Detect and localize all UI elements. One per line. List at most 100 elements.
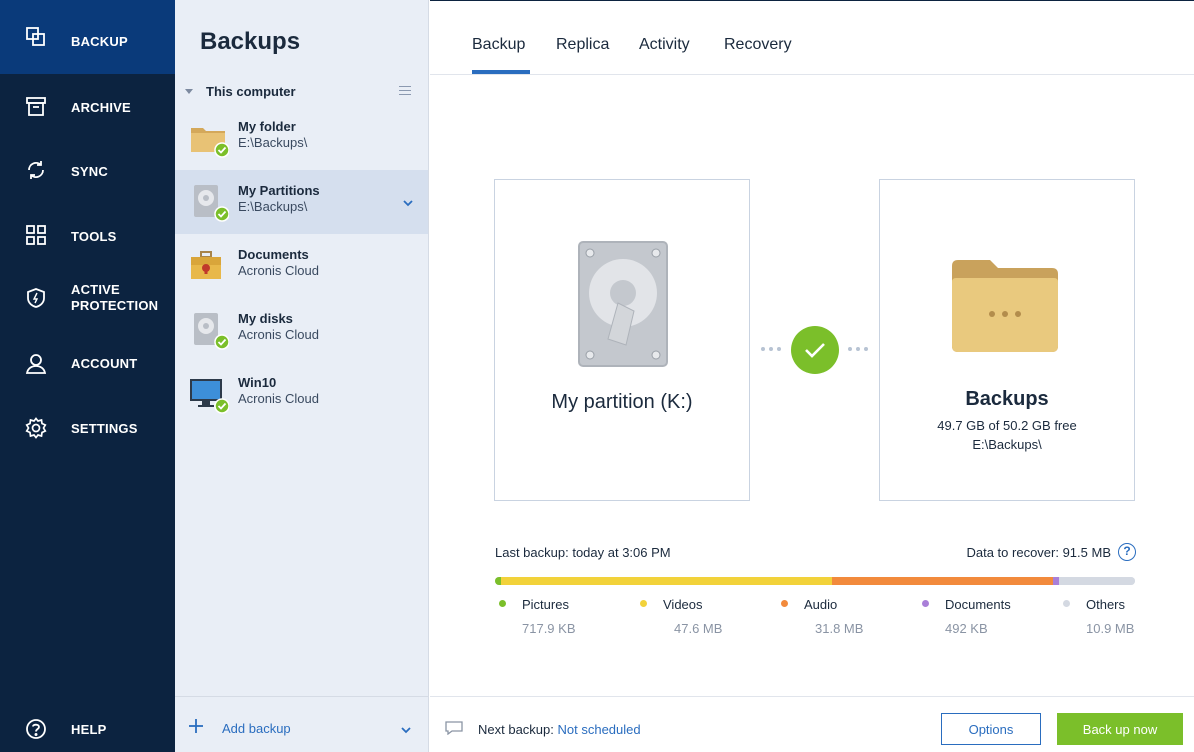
backup-item-my-folder[interactable]: My folder E:\Backups\ xyxy=(175,106,428,170)
copy-icon xyxy=(24,25,48,49)
active-tab-indicator xyxy=(472,70,530,74)
destination-title: Backups xyxy=(965,388,1049,410)
destination-card[interactable]: Backups 49.7 GB of 50.2 GB free E:\Backu… xyxy=(879,179,1135,501)
nav-item-settings[interactable]: SETTINGS xyxy=(0,396,175,460)
next-backup-text: Next backup: Not scheduled xyxy=(478,722,641,737)
backup-item-name: My disks xyxy=(238,311,293,326)
usage-bar-segment-videos xyxy=(500,577,833,585)
nav-item-backup[interactable]: BACKUP xyxy=(0,0,175,74)
user-icon xyxy=(24,352,48,376)
group-header-this-computer[interactable]: This computer xyxy=(185,82,419,100)
comment-icon[interactable] xyxy=(445,721,463,736)
main-content: Backup Replica Activity Recovery My part… xyxy=(430,0,1194,752)
nav-item-label: SETTINGS xyxy=(71,421,138,436)
last-backup-text: Last backup: today at 3:06 PM xyxy=(495,545,671,560)
legend-dot xyxy=(499,600,506,607)
help-circle-icon[interactable]: ? xyxy=(1118,543,1136,561)
connector-dots-left xyxy=(761,347,781,351)
backup-item-documents[interactable]: Documents Acronis Cloud xyxy=(175,234,428,298)
tab-backup[interactable]: Backup xyxy=(472,36,525,54)
chevron-down-icon[interactable] xyxy=(402,196,414,208)
backup-item-name: My Partitions xyxy=(238,183,320,198)
nav-item-label-line1: ACTIVE xyxy=(71,282,120,297)
folder-icon xyxy=(952,260,1058,357)
help-icon xyxy=(24,717,48,741)
options-button[interactable]: Options xyxy=(941,713,1041,745)
legend-name: Documents xyxy=(945,597,1011,612)
nav-item-archive[interactable]: ARCHIVE xyxy=(0,74,175,138)
backups-title: Backups xyxy=(200,28,301,55)
list-menu-icon[interactable] xyxy=(399,86,411,95)
legend-name: Audio xyxy=(804,597,838,612)
nav-item-sync[interactable]: SYNC xyxy=(0,138,175,202)
add-backup-button[interactable]: Add backup xyxy=(222,721,291,736)
legend-dot xyxy=(781,600,788,607)
monitor-icon xyxy=(189,374,230,414)
nav-item-label: ACTIVE PROTECTION xyxy=(71,282,158,314)
sync-icon xyxy=(24,158,48,182)
tab-replica[interactable]: Replica xyxy=(556,36,609,54)
legend-dot xyxy=(922,600,929,607)
nav-item-label: TOOLS xyxy=(71,229,117,244)
backup-item-location: Acronis Cloud xyxy=(238,391,319,406)
next-backup-label: Next backup: xyxy=(478,722,554,737)
nav-item-label: ARCHIVE xyxy=(71,100,131,115)
nav-item-label: BACKUP xyxy=(71,34,128,49)
hard-drive-icon xyxy=(189,310,230,350)
backup-item-location: Acronis Cloud xyxy=(238,263,319,278)
main-nav: BACKUP ARCHIVE SYNC TOOLS ACTIVE PROTECT… xyxy=(0,0,175,752)
legend-dot xyxy=(640,600,647,607)
usage-bar-segment-others xyxy=(1059,577,1135,585)
plus-icon[interactable] xyxy=(189,719,203,733)
destination-free-space: 49.7 GB of 50.2 GB free xyxy=(937,418,1077,433)
main-footer: Next backup: Not scheduled Options Back … xyxy=(430,696,1194,752)
backup-item-name: Documents xyxy=(238,247,309,262)
nav-item-active-protection[interactable]: ACTIVE PROTECTION xyxy=(0,266,175,332)
legend-name: Pictures xyxy=(522,597,569,612)
grid-icon xyxy=(24,223,48,247)
tab-activity[interactable]: Activity xyxy=(639,36,690,54)
hard-drive-icon xyxy=(189,182,230,222)
backup-item-name: Win10 xyxy=(238,375,277,390)
backup-item-location: Acronis Cloud xyxy=(238,327,319,342)
usage-bar xyxy=(495,577,1135,585)
backups-panel: Backups This computer My folder E:\Backu… xyxy=(175,0,429,752)
next-backup-link[interactable]: Not scheduled xyxy=(558,722,641,737)
backup-item-location: E:\Backups\ xyxy=(238,135,308,150)
source-title: My partition (K:) xyxy=(551,391,693,413)
nav-item-help[interactable]: HELP xyxy=(0,706,175,752)
nav-item-tools[interactable]: TOOLS xyxy=(0,202,175,266)
backup-item-my-disks[interactable]: My disks Acronis Cloud xyxy=(175,298,428,362)
legend-name: Others xyxy=(1086,597,1126,612)
shield-icon xyxy=(24,286,48,310)
back-up-now-button[interactable]: Back up now xyxy=(1057,713,1183,745)
hard-drive-icon xyxy=(578,241,668,372)
legend-value: 31.8 MB xyxy=(815,621,864,636)
usage-bar-segment-audio xyxy=(832,577,1054,585)
connector-dots-right xyxy=(848,347,868,351)
nav-item-label-line2: PROTECTION xyxy=(71,298,159,313)
briefcase-icon xyxy=(189,246,229,286)
tab-bar: Backup Replica Activity Recovery xyxy=(430,0,1194,75)
destination-path: E:\Backups\ xyxy=(972,437,1042,452)
backup-item-name: My folder xyxy=(238,119,296,134)
check-icon xyxy=(791,326,839,374)
gear-icon xyxy=(24,416,48,440)
backup-item-location: E:\Backups\ xyxy=(238,199,308,214)
nav-item-label: HELP xyxy=(71,722,107,737)
nav-item-account[interactable]: ACCOUNT xyxy=(0,332,175,396)
legend-name: Videos xyxy=(663,597,703,612)
backup-item-win10[interactable]: Win10 Acronis Cloud xyxy=(175,362,428,426)
legend-value: 10.9 MB xyxy=(1086,621,1135,636)
source-card[interactable]: My partition (K:) xyxy=(494,179,750,501)
chevron-down-icon[interactable] xyxy=(400,723,412,735)
backups-footer: Add backup xyxy=(175,696,428,752)
tab-recovery[interactable]: Recovery xyxy=(724,36,792,54)
legend-value: 717.9 KB xyxy=(522,621,576,636)
collapse-triangle-icon xyxy=(185,88,193,94)
legend-dot xyxy=(1063,600,1070,607)
legend-value: 492 KB xyxy=(945,621,988,636)
nav-item-label: SYNC xyxy=(71,164,108,179)
archive-icon xyxy=(24,94,48,118)
backup-item-my-partitions[interactable]: My Partitions E:\Backups\ xyxy=(175,170,428,234)
